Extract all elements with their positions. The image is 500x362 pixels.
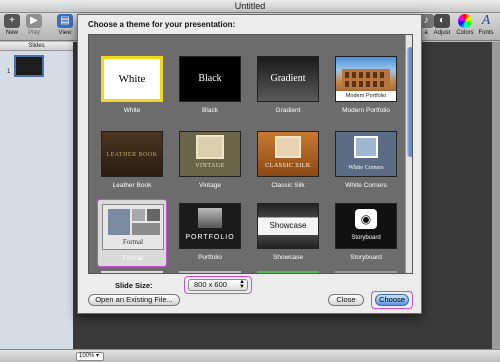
formal-photo-image <box>132 223 160 235</box>
choose-button[interactable]: Choose <box>375 294 409 306</box>
theme-gallery[interactable]: White White Black Black Gradient Gradien… <box>88 34 413 274</box>
theme-thumbnail: PORTFOLIO <box>179 203 241 249</box>
new-button[interactable]: + New <box>0 14 24 37</box>
theme-thumbnail: VINTAGE <box>179 131 241 177</box>
storyboard-camera-icon: ◉ <box>355 209 377 229</box>
theme-thumbnail: Showcase <box>257 203 319 249</box>
scrollbar-thumb[interactable] <box>407 47 412 157</box>
theme-thumbnail: Formal <box>102 204 164 250</box>
view-icon: ▤ <box>57 14 73 28</box>
slide-size-label: Slide Size: <box>115 281 153 290</box>
theme-partial-thumbnail <box>101 271 163 273</box>
slide-thumbnail[interactable] <box>14 55 44 77</box>
theme-partial-thumbnail <box>335 271 397 273</box>
formal-photo-image <box>147 209 160 221</box>
colors-icon <box>458 14 472 28</box>
theme-chooser-sheet: Choose a theme for your presentation: Wh… <box>77 14 422 314</box>
theme-leather-book[interactable]: LEATHER BOOK Leather Book <box>97 127 167 195</box>
close-button[interactable]: Close <box>328 294 364 306</box>
colosseum-image <box>342 69 390 89</box>
theme-formal[interactable]: Formal Formal <box>97 199 167 267</box>
updown-arrows-icon: ▲ ▼ <box>239 279 245 290</box>
theme-modern-portfolio[interactable]: Modern Portfolio Modern Portfolio <box>331 52 401 120</box>
open-existing-file-button[interactable]: Open an Existing File... <box>88 294 180 306</box>
theme-portfolio[interactable]: PORTFOLIO Portfolio <box>175 199 245 267</box>
theme-thumbnail: Modern Portfolio <box>335 56 397 102</box>
sheet-title: Choose a theme for your presentation: <box>88 20 236 29</box>
status-bar: 100% ▾ <box>0 349 500 362</box>
formal-photo-image <box>108 209 130 235</box>
theme-vintage[interactable]: VINTAGE Vintage <box>175 127 245 195</box>
slides-pane-header: Slides <box>0 42 73 51</box>
theme-showcase[interactable]: Showcase Showcase <box>253 199 323 267</box>
theme-white-corners[interactable]: White Corners White Corners <box>331 127 401 195</box>
theme-thumbnail: White <box>101 56 163 102</box>
slide-size-select[interactable]: 800 x 600 ▲ ▼ <box>188 279 248 291</box>
theme-partial-thumbnail <box>257 271 319 273</box>
right-scrollbar[interactable] <box>492 42 500 349</box>
vintage-photo-image <box>196 135 224 159</box>
fonts-button[interactable]: A Fonts <box>474 14 498 37</box>
theme-thumbnail: LEATHER BOOK <box>101 131 163 177</box>
theme-classic-silk[interactable]: CLASSIC SILK Classic Silk <box>253 127 323 195</box>
theme-storyboard[interactable]: ◉ Storyboard Storyboard <box>331 199 401 267</box>
corners-photo-image <box>354 136 378 158</box>
slide-number: 1 <box>7 69 11 75</box>
theme-thumbnail: CLASSIC SILK <box>257 131 319 177</box>
theme-thumbnail: ◉ Storyboard <box>335 203 397 249</box>
zoom-select[interactable]: 100% ▾ <box>76 352 104 361</box>
gallery-scrollbar[interactable] <box>405 35 412 273</box>
theme-partial-thumbnail <box>179 271 241 273</box>
plus-icon: + <box>4 14 20 28</box>
adjust-button[interactable]: ◐ Adjust <box>430 14 454 37</box>
slides-pane <box>0 51 73 349</box>
adjust-icon: ◐ <box>434 14 450 28</box>
formal-photo-image <box>132 209 145 221</box>
window-title: Untitled <box>0 0 500 13</box>
theme-black[interactable]: Black Black <box>175 52 245 120</box>
view-button[interactable]: ▤ View <box>53 14 77 37</box>
theme-thumbnail: Black <box>179 56 241 102</box>
theme-thumbnail: White Corners <box>335 131 397 177</box>
theme-gradient[interactable]: Gradient Gradient <box>253 52 323 120</box>
portfolio-photo-image <box>198 208 222 228</box>
fonts-icon: A <box>481 13 491 28</box>
play-icon: ▶ <box>26 14 42 28</box>
theme-thumbnail: Gradient <box>257 56 319 102</box>
silk-photo-image <box>275 136 301 158</box>
theme-white[interactable]: White White <box>97 52 167 120</box>
play-button[interactable]: ▶ Play <box>22 14 46 37</box>
